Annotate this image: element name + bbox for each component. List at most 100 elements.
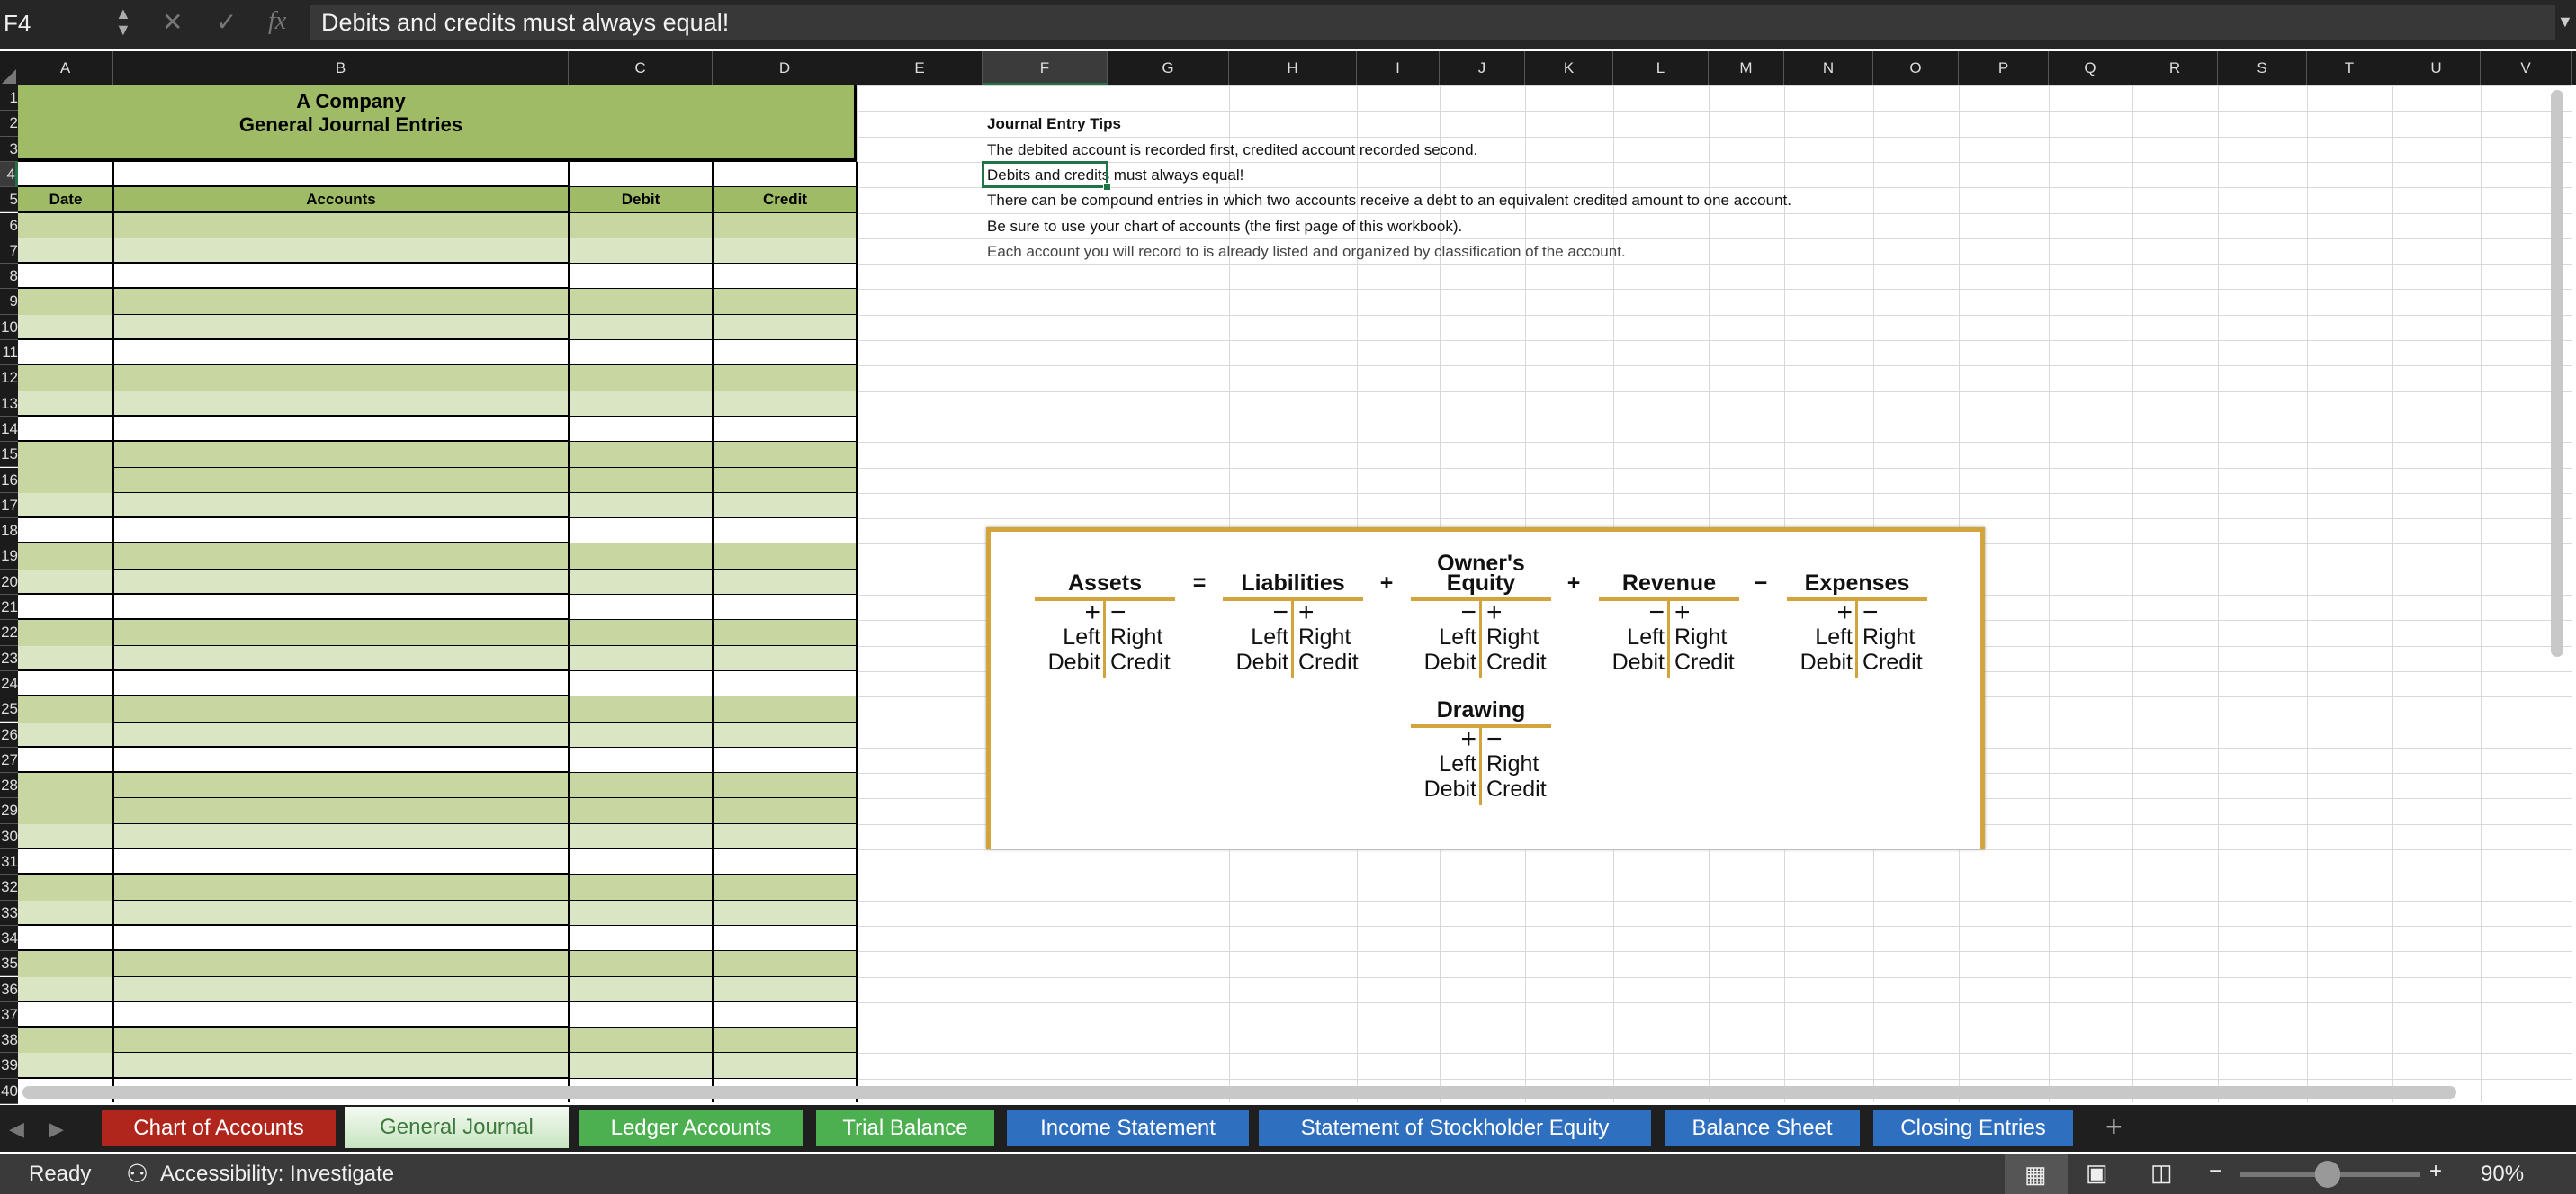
column-header-L[interactable]: L [1613, 51, 1709, 85]
journal-cell-A22[interactable] [18, 620, 113, 647]
journal-cell-D15[interactable] [713, 442, 857, 468]
journal-cell-B36[interactable] [113, 976, 569, 1003]
journal-cell-C37[interactable] [569, 1001, 713, 1028]
journal-cell-A12[interactable] [18, 365, 113, 392]
row-header-39[interactable]: 39 [0, 1053, 18, 1079]
journal-cell-D9[interactable] [713, 289, 857, 316]
row-header-2[interactable]: 2 [0, 111, 18, 137]
journal-cell-B13[interactable] [113, 391, 569, 417]
journal-cell-B16[interactable] [113, 467, 569, 494]
journal-cell-A39[interactable] [18, 1053, 113, 1080]
journal-cell-B25[interactable] [113, 696, 569, 723]
journal-cell-B4[interactable] [113, 161, 569, 188]
next-sheet-icon[interactable]: ▶ [49, 1118, 64, 1141]
journal-cell-A18[interactable] [18, 518, 113, 544]
row-header-21[interactable]: 21 [0, 595, 18, 621]
row-header-17[interactable]: 17 [0, 492, 18, 519]
journal-cell-C24[interactable] [569, 670, 713, 697]
journal-cell-C18[interactable] [569, 518, 713, 544]
row-header-29[interactable]: 29 [0, 798, 18, 824]
vertical-scrollbar[interactable] [2551, 90, 2563, 657]
journal-cell-D31[interactable] [713, 849, 857, 875]
column-header-K[interactable]: K [1525, 51, 1613, 85]
row-header-28[interactable]: 28 [0, 773, 18, 799]
row-header-37[interactable]: 37 [0, 1001, 18, 1028]
tab-trial-balance[interactable]: Trial Balance [816, 1110, 994, 1146]
journal-cell-C36[interactable] [569, 976, 713, 1003]
prev-sheet-icon[interactable]: ◀ [9, 1118, 24, 1141]
select-all-corner[interactable] [0, 51, 18, 85]
journal-cell-A28[interactable] [18, 773, 113, 799]
column-header-C[interactable]: C [569, 51, 713, 85]
journal-cell-C26[interactable] [569, 722, 713, 749]
journal-cell-C33[interactable] [569, 900, 713, 927]
journal-cell-A13[interactable] [18, 391, 113, 417]
column-header-O[interactable]: O [1873, 51, 1959, 85]
column-header-S[interactable]: S [2218, 51, 2307, 85]
row-header-9[interactable]: 9 [0, 289, 18, 315]
expand-formula-icon[interactable]: ▼ [2557, 13, 2573, 31]
journal-cell-C35[interactable] [569, 951, 713, 977]
journal-cell-B15[interactable] [113, 442, 569, 468]
journal-cell-B6[interactable] [113, 212, 569, 239]
journal-cell-C19[interactable] [569, 543, 713, 570]
journal-cell-B12[interactable] [113, 365, 569, 392]
journal-cell-C6[interactable] [569, 212, 713, 239]
journal-cell-C16[interactable] [569, 467, 713, 494]
journal-cell-B10[interactable] [113, 314, 569, 341]
column-header-B[interactable]: B [113, 51, 569, 85]
journal-cell-A19[interactable] [18, 543, 113, 570]
column-header-P[interactable]: P [1959, 51, 2049, 85]
journal-cell-C8[interactable] [569, 264, 713, 290]
journal-cell-A37[interactable] [18, 1001, 113, 1028]
row-header-30[interactable]: 30 [0, 823, 18, 849]
journal-cell-D39[interactable] [713, 1053, 857, 1080]
journal-cell-D19[interactable] [713, 543, 857, 570]
journal-cell-C23[interactable] [569, 645, 713, 672]
journal-cell-D29[interactable] [713, 798, 857, 825]
journal-cell-C9[interactable] [569, 289, 713, 316]
journal-cell-B39[interactable] [113, 1053, 569, 1080]
journal-cell-C21[interactable] [569, 595, 713, 621]
journal-cell-A17[interactable] [18, 492, 113, 519]
journal-cell-B38[interactable] [113, 1028, 569, 1054]
journal-cell-A30[interactable] [18, 823, 113, 850]
journal-cell-C30[interactable] [569, 823, 713, 850]
journal-cell-B17[interactable] [113, 492, 569, 519]
journal-cell-D10[interactable] [713, 314, 857, 341]
journal-cell-D33[interactable] [713, 900, 857, 927]
row-header-38[interactable]: 38 [0, 1028, 18, 1054]
journal-cell-D24[interactable] [713, 670, 857, 697]
column-header-J[interactable]: J [1440, 51, 1525, 85]
column-header-T[interactable]: T [2307, 51, 2392, 85]
journal-cell-A7[interactable] [18, 238, 113, 265]
add-sheet-button[interactable]: + [2105, 1110, 2123, 1144]
row-header-19[interactable]: 19 [0, 543, 18, 570]
journal-cell-B30[interactable] [113, 823, 569, 850]
journal-cell-D25[interactable] [713, 696, 857, 723]
journal-cell-C39[interactable] [569, 1053, 713, 1080]
journal-cell-D8[interactable] [713, 264, 857, 290]
column-header-V[interactable]: V [2481, 51, 2572, 85]
column-header-H[interactable]: H [1229, 51, 1357, 85]
page-break-view-icon[interactable]: ◫ [2150, 1159, 2173, 1187]
tab-general-journal[interactable]: General Journal [345, 1107, 569, 1148]
zoom-slider-thumb[interactable] [2315, 1161, 2340, 1188]
row-header-15[interactable]: 15 [0, 442, 18, 468]
journal-cell-B35[interactable] [113, 951, 569, 977]
journal-cell-D36[interactable] [713, 976, 857, 1003]
row-header-36[interactable]: 36 [0, 976, 18, 1002]
row-header-25[interactable]: 25 [0, 696, 18, 723]
journal-cell-B11[interactable] [113, 340, 569, 366]
row-header-1[interactable]: 1 [0, 85, 18, 112]
journal-cell-C34[interactable] [569, 925, 713, 952]
row-header-5[interactable]: 5 [0, 187, 18, 213]
journal-cell-B18[interactable] [113, 518, 569, 544]
row-header-32[interactable]: 32 [0, 875, 18, 901]
journal-cell-B8[interactable] [113, 264, 569, 290]
journal-cell-C22[interactable] [569, 620, 713, 647]
journal-cell-C27[interactable] [569, 747, 713, 774]
journal-cell-C14[interactable] [569, 416, 713, 443]
journal-cell-D30[interactable] [713, 823, 857, 850]
row-header-10[interactable]: 10 [0, 314, 18, 340]
